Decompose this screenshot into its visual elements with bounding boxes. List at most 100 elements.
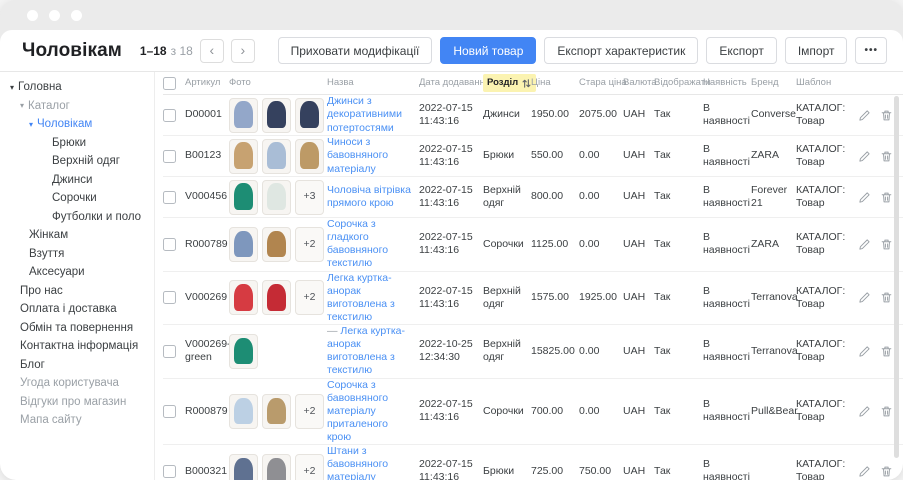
product-name-link[interactable]: Джинси з декоративними потертостями	[327, 95, 402, 133]
edit-button[interactable]	[858, 405, 871, 418]
more-photos-badge[interactable]: +2	[295, 227, 324, 262]
more-photos-badge[interactable]: +3	[295, 180, 324, 215]
edit-button[interactable]	[858, 109, 871, 122]
product-photo[interactable]	[229, 454, 258, 480]
delete-button[interactable]	[880, 291, 893, 304]
product-photo[interactable]	[229, 280, 258, 315]
brand-cell: ZARA	[751, 149, 796, 162]
chevron-left-icon: ‹	[209, 43, 214, 57]
hide-modifications-button[interactable]: Приховати модифікації	[278, 37, 433, 64]
delete-button[interactable]	[880, 191, 893, 204]
edit-button[interactable]	[858, 191, 871, 204]
sidebar-item[interactable]: ▾Каталог	[0, 97, 154, 116]
sidebar-item[interactable]: Джинси	[0, 171, 154, 190]
product-photo[interactable]	[229, 394, 258, 429]
more-photos-badge[interactable]: +2	[295, 280, 324, 315]
delete-button[interactable]	[880, 465, 893, 478]
sidebar-item[interactable]: ▾Чоловікам	[0, 115, 154, 134]
table-row: V000269-green— Легка куртка-анорак вигот…	[163, 325, 903, 379]
product-photo[interactable]	[229, 139, 258, 174]
product-photo[interactable]	[229, 98, 258, 133]
vertical-scrollbar[interactable]	[894, 96, 899, 458]
sidebar-item[interactable]: Сорочки	[0, 189, 154, 208]
product-photo[interactable]	[262, 280, 291, 315]
product-name-link[interactable]: Чоловіча вітрівка прямого крою	[327, 184, 411, 209]
edit-button[interactable]	[858, 345, 871, 358]
product-photo[interactable]	[262, 98, 291, 133]
sidebar-item[interactable]: Аксесуари	[0, 263, 154, 282]
sidebar-item[interactable]: Мапа сайту	[0, 411, 154, 430]
delete-button[interactable]	[880, 109, 893, 122]
sidebar-item[interactable]: Оплата і доставка	[0, 300, 154, 319]
price-cell: 700.00	[531, 405, 579, 418]
sidebar-item[interactable]: Контактна інформація	[0, 337, 154, 356]
price-cell: 550.00	[531, 149, 579, 162]
product-photo[interactable]	[262, 180, 291, 215]
import-button[interactable]: Імпорт	[785, 37, 848, 64]
row-checkbox[interactable]	[163, 109, 176, 122]
row-checkbox[interactable]	[163, 238, 176, 251]
sidebar-item[interactable]: ▾Головна	[0, 78, 154, 97]
row-checkbox[interactable]	[163, 345, 176, 358]
sort-chip[interactable]: Розділ	[483, 74, 536, 92]
select-all-checkbox[interactable]	[163, 77, 176, 90]
product-name-link[interactable]: Легка куртка-анорак виготовлена з тексти…	[327, 272, 395, 323]
product-photo[interactable]	[262, 227, 291, 262]
product-photo[interactable]	[229, 180, 258, 215]
product-name-link[interactable]: Сорочка з бавовняного матеріалу притален…	[327, 379, 388, 444]
delete-button[interactable]	[880, 238, 893, 251]
product-name-link[interactable]: Чиноси з бавовняного матеріалу	[327, 136, 388, 174]
product-photo[interactable]	[229, 334, 258, 369]
display-cell: Так	[654, 190, 703, 203]
row-checkbox[interactable]	[163, 465, 176, 478]
delete-button[interactable]	[880, 405, 893, 418]
edit-button[interactable]	[858, 291, 871, 304]
row-checkbox[interactable]	[163, 191, 176, 204]
row-checkbox[interactable]	[163, 291, 176, 304]
product-name-link[interactable]: Штани з бавовняного матеріалу прямого кр…	[327, 445, 394, 480]
edit-button[interactable]	[858, 150, 871, 163]
export-characteristics-button[interactable]: Експорт характеристик	[544, 37, 698, 64]
product-photo[interactable]	[262, 394, 291, 429]
actions-cell	[858, 291, 894, 304]
sidebar-item[interactable]: Взуття	[0, 245, 154, 264]
row-checkbox[interactable]	[163, 405, 176, 418]
column-header-label: Розділ	[487, 77, 518, 89]
edit-button[interactable]	[858, 238, 871, 251]
sidebar-item[interactable]: Верхній одяг	[0, 152, 154, 171]
new-product-button[interactable]: Новий товар	[440, 37, 536, 64]
product-name-link[interactable]: Сорочка з гладкого бавовняного текстилю	[327, 218, 388, 269]
sidebar-item[interactable]: Блог	[0, 356, 154, 375]
sidebar-item[interactable]: Про нас	[0, 282, 154, 301]
trash-icon	[880, 345, 893, 358]
product-photo[interactable]	[262, 139, 291, 174]
next-page-button[interactable]: ›	[231, 39, 255, 63]
edit-button[interactable]	[858, 465, 871, 478]
sidebar-item-label: Оплата і доставка	[20, 303, 117, 315]
more-photos-badge[interactable]: +2	[295, 394, 324, 429]
more-photos-badge[interactable]: +2	[295, 454, 324, 480]
delete-button[interactable]	[880, 345, 893, 358]
delete-button[interactable]	[880, 150, 893, 163]
more-actions-button[interactable]: •••	[855, 37, 887, 64]
sidebar-item[interactable]: Жінкам	[0, 226, 154, 245]
table-row: D00001Джинси з декоративними потертостям…	[163, 95, 903, 136]
sidebar-item[interactable]: Відгуки про магазин	[0, 393, 154, 412]
template-cell: КАТАЛОГ: Товар	[796, 285, 858, 311]
pencil-icon	[858, 109, 871, 122]
product-name-link[interactable]: — Легка куртка-анорак виготовлена з текс…	[327, 325, 405, 376]
product-photo[interactable]	[295, 139, 324, 174]
export-button[interactable]: Експорт	[706, 37, 776, 64]
sku-cell: B00123	[185, 149, 229, 162]
template-cell: КАТАЛОГ: Товар	[796, 458, 858, 480]
sidebar-item[interactable]: Брюки	[0, 134, 154, 153]
sidebar-item[interactable]: Обмін та повернення	[0, 319, 154, 338]
currency-cell: UAH	[623, 149, 654, 162]
product-photo[interactable]	[229, 227, 258, 262]
prev-page-button[interactable]: ‹	[200, 39, 224, 63]
row-checkbox[interactable]	[163, 150, 176, 163]
product-photo[interactable]	[262, 454, 291, 480]
sidebar-item[interactable]: Футболки и поло	[0, 208, 154, 227]
sidebar-item[interactable]: Угода користувача	[0, 374, 154, 393]
product-photo[interactable]	[295, 98, 324, 133]
